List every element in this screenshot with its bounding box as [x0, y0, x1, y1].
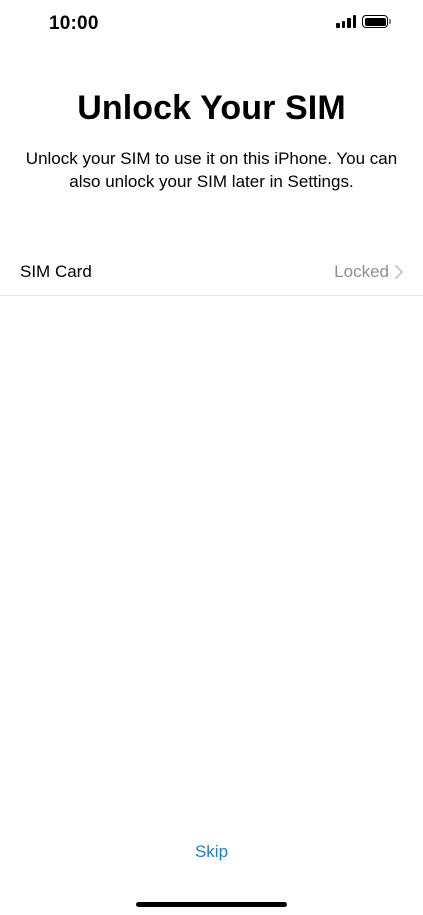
sim-card-label: SIM Card	[20, 261, 92, 281]
page-subtitle: Unlock your SIM to use it on this iPhone…	[25, 149, 398, 191]
status-icons	[336, 15, 391, 28]
cellular-signal-icon	[336, 15, 356, 28]
sim-card-status: Locked	[334, 262, 403, 282]
skip-button[interactable]: Skip	[0, 842, 423, 862]
home-indicator[interactable]	[136, 902, 287, 907]
battery-icon	[362, 15, 391, 28]
status-time: 10:00	[49, 13, 99, 34]
chevron-right-icon	[395, 264, 403, 279]
status-bar: 10:00	[0, 0, 423, 50]
sim-card-status-value: Locked	[334, 261, 389, 281]
sim-card-row[interactable]: SIM Card Locked	[0, 248, 423, 296]
page-title: Unlock Your SIM	[77, 89, 346, 127]
